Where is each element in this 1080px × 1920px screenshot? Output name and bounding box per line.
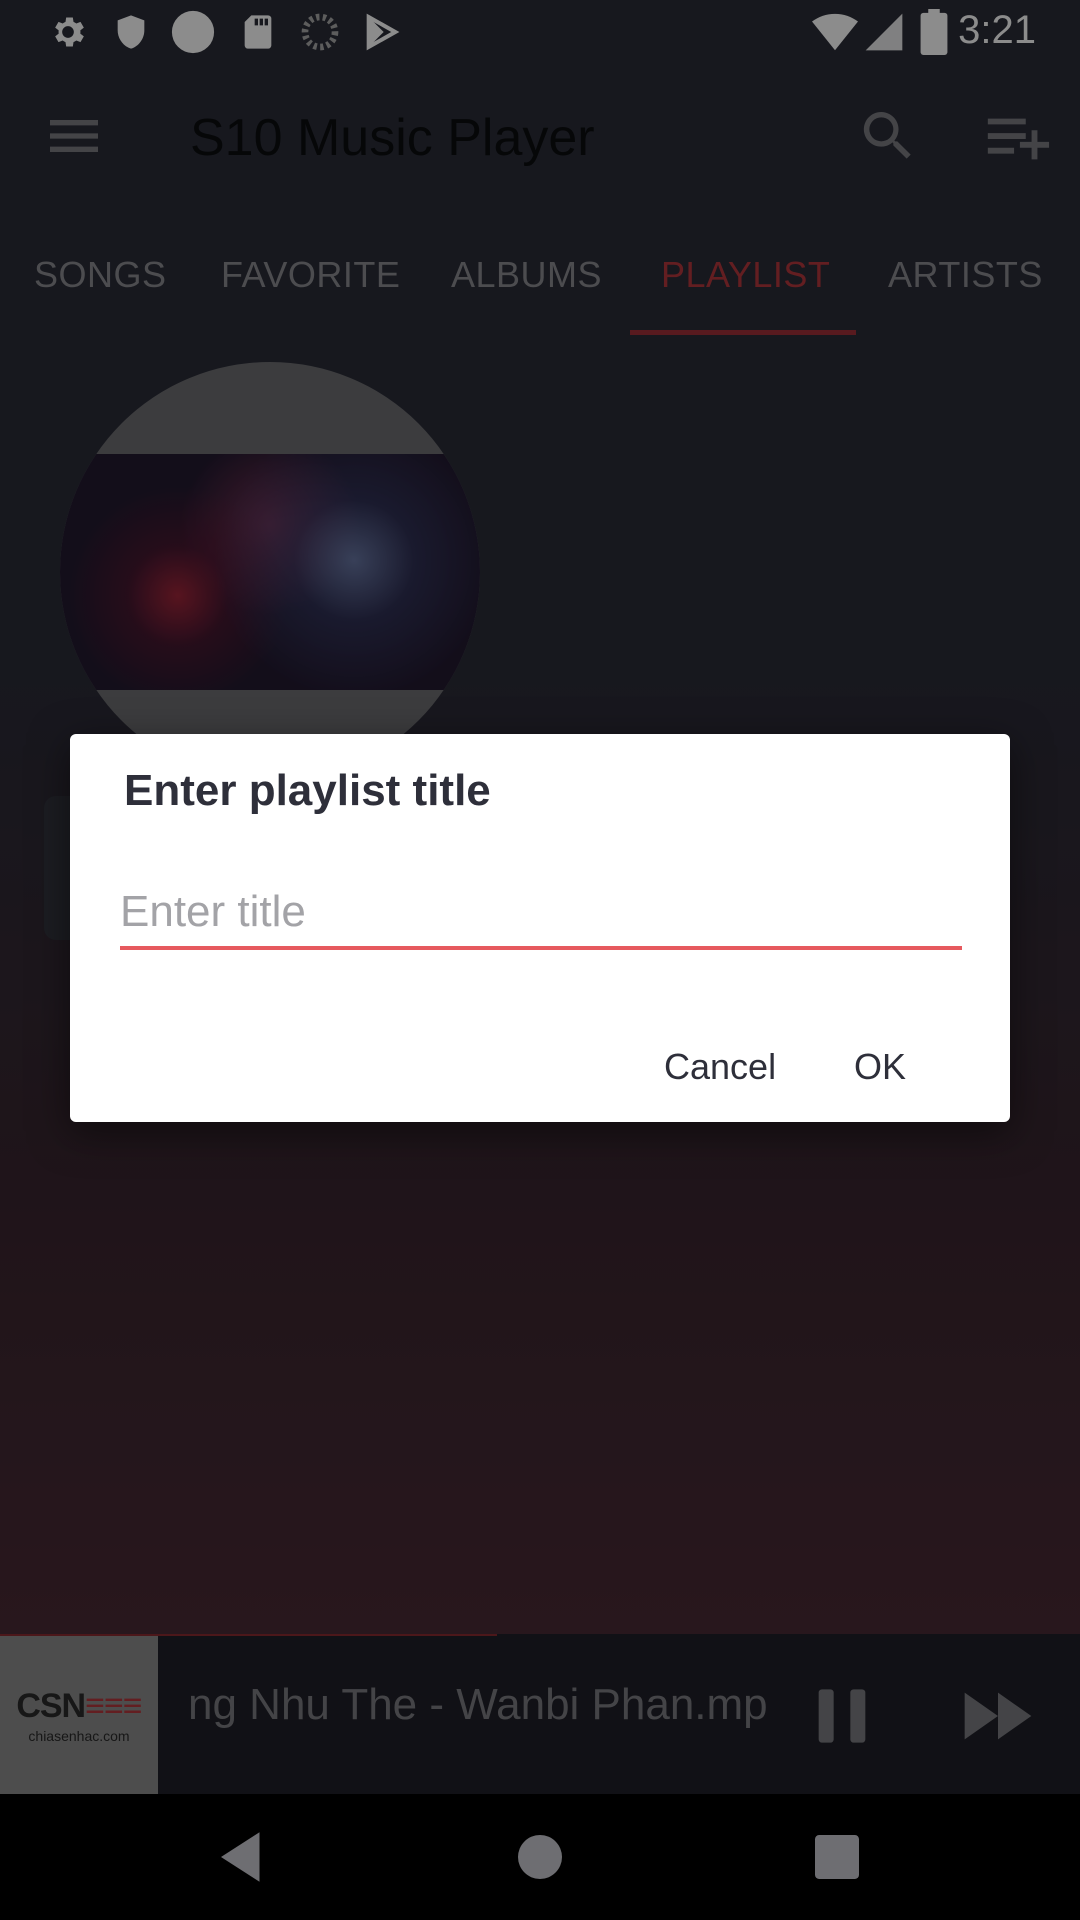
ok-button[interactable]: OK	[854, 1046, 906, 1088]
music-player-app: 3:21 S10 Music Player SONGS FAVORITE ALB…	[0, 0, 1080, 1920]
home-icon[interactable]	[507, 1824, 573, 1890]
dialog-title: Enter playlist title	[124, 766, 491, 815]
recents-icon[interactable]	[804, 1824, 870, 1890]
back-icon[interactable]	[210, 1824, 276, 1890]
cancel-button[interactable]: Cancel	[664, 1046, 776, 1088]
system-navigation-bar	[0, 1794, 1080, 1920]
playlist-title-input[interactable]	[120, 884, 962, 950]
playlist-title-dialog: Enter playlist title Cancel OK	[70, 734, 1010, 1122]
